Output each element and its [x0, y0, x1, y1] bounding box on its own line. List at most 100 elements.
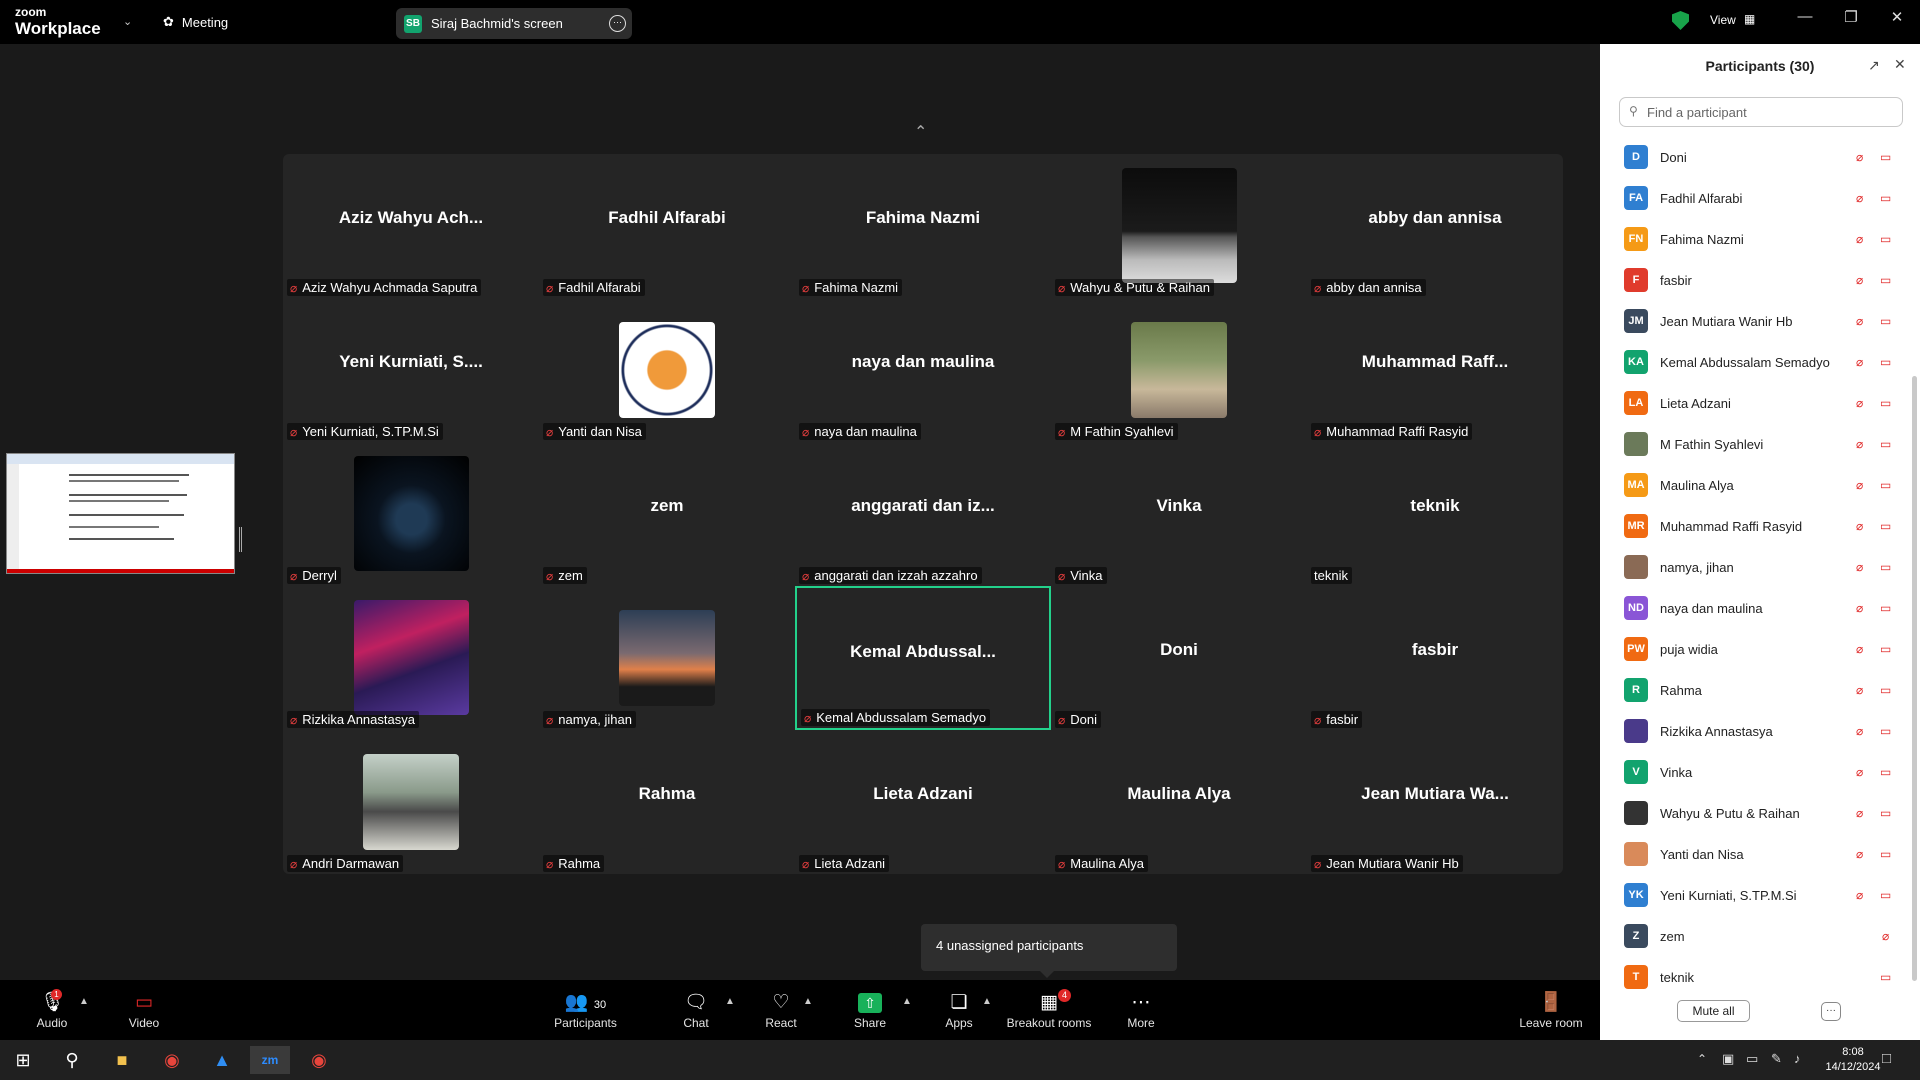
network-icon[interactable]: ▭: [1746, 1051, 1758, 1067]
zoom-taskbar-icon[interactable]: zm: [250, 1046, 290, 1074]
video-off-icon[interactable]: ▭: [1880, 396, 1891, 410]
video-tile[interactable]: ⌀ Yanti dan Nisa: [539, 298, 795, 442]
shared-screen-thumbnail[interactable]: [6, 453, 235, 574]
participant-row[interactable]: MA Maulina Alya ⌀ ▭: [1600, 466, 1910, 507]
video-off-icon[interactable]: ▭: [1880, 847, 1891, 861]
participant-row[interactable]: Yanti dan Nisa ⌀ ▭: [1600, 835, 1910, 876]
chevron-down-icon[interactable]: ⌄: [123, 15, 132, 28]
video-tile[interactable]: teknik teknik: [1307, 442, 1563, 586]
search-taskbar-icon[interactable]: ⚲: [55, 1046, 89, 1074]
participant-row[interactable]: Zzem ⌀: [1600, 917, 1910, 958]
mic-muted-icon[interactable]: ⌀: [1856, 396, 1863, 410]
mic-muted-icon[interactable]: ⌀: [1856, 191, 1863, 205]
share-button[interactable]: ⇧ Share: [853, 990, 887, 1030]
clock[interactable]: 8:08 14/12/2024: [1818, 1045, 1888, 1075]
mic-muted-icon[interactable]: ⌀: [1856, 724, 1863, 738]
pen-icon[interactable]: ✎: [1771, 1051, 1782, 1067]
tray-up-icon[interactable]: ⌃: [1697, 1052, 1707, 1066]
video-tile[interactable]: zem ⌀ zem: [539, 442, 795, 586]
video-tile[interactable]: anggarati dan iz... ⌀ anggarati dan izzah …: [795, 442, 1051, 586]
mic-muted-icon[interactable]: ⌀: [1856, 888, 1863, 902]
video-off-icon[interactable]: ▭: [1880, 150, 1891, 164]
video-tile[interactable]: Muhammad Raff... ⌀ Muhammad Raffi Rasyid: [1307, 298, 1563, 442]
app-a-icon[interactable]: ▲: [205, 1046, 239, 1074]
screen-share-pill[interactable]: SB Siraj Bachmid's screen ···: [396, 8, 632, 39]
apps-button[interactable]: ❏ Apps: [944, 990, 974, 1030]
video-tile[interactable]: ⌀ Rizkika Annastasya: [283, 586, 539, 730]
mute-all-button[interactable]: Mute all: [1677, 1000, 1750, 1022]
video-tile[interactable]: Maulina Alya ⌀ Maulina Alya: [1051, 730, 1307, 874]
video-off-icon[interactable]: ▭: [1880, 970, 1891, 984]
video-tile[interactable]: ⌀ Andri Darmawan: [283, 730, 539, 874]
panel-more-icon[interactable]: ···: [1821, 1002, 1841, 1021]
mic-muted-icon[interactable]: ⌀: [1882, 929, 1889, 943]
video-tile[interactable]: Kemal Abdussal... ⌀ Kemal Abdussalam Semad…: [795, 586, 1051, 730]
mic-muted-icon[interactable]: ⌀: [1856, 314, 1863, 328]
file-explorer-icon[interactable]: ■: [105, 1046, 139, 1074]
more-button[interactable]: ⋯ More: [1125, 990, 1157, 1030]
video-off-icon[interactable]: ▭: [1880, 355, 1891, 369]
mic-muted-icon[interactable]: ⌀: [1856, 355, 1863, 369]
react-options-caret[interactable]: ▲: [803, 996, 813, 1007]
participant-row[interactable]: KA Kemal Abdussalam Semadyo ⌀ ▭: [1600, 343, 1910, 384]
video-off-icon[interactable]: ▭: [1880, 519, 1891, 533]
participant-row[interactable]: Rizkika Annastasya ⌀ ▭: [1600, 712, 1910, 753]
participant-row[interactable]: PW puja widia ⌀ ▭: [1600, 630, 1910, 671]
video-off-icon[interactable]: ▭: [1880, 232, 1891, 246]
windows-start-icon[interactable]: ⊞: [6, 1046, 40, 1074]
mic-muted-icon[interactable]: ⌀: [1856, 519, 1863, 533]
share-options-caret[interactable]: ▲: [902, 996, 912, 1007]
mic-muted-icon[interactable]: ⌀: [1856, 478, 1863, 492]
breakout-rooms-button[interactable]: ▦ Breakout rooms: [1006, 990, 1092, 1030]
video-tile[interactable]: Jean Mutiara Wa... ⌀ Jean Mutiara Wanir Hb: [1307, 730, 1563, 874]
mic-muted-icon[interactable]: ⌀: [1856, 683, 1863, 697]
video-off-icon[interactable]: ▭: [1880, 642, 1891, 656]
video-tile[interactable]: Aziz Wahyu Ach... ⌀ Aziz Wahyu Achmada Sap…: [283, 154, 539, 298]
video-tile[interactable]: abby dan annisa ⌀ abby dan annisa: [1307, 154, 1563, 298]
video-off-icon[interactable]: ▭: [1880, 765, 1891, 779]
restore-icon[interactable]: ❐: [1836, 8, 1866, 26]
participant-row[interactable]: R Rahma ⌀ ▭: [1600, 671, 1910, 712]
mic-muted-icon[interactable]: ⌀: [1856, 642, 1863, 656]
video-tile[interactable]: Vinka ⌀ Vinka: [1051, 442, 1307, 586]
video-tile[interactable]: Lieta Adzani ⌀ Lieta Adzani: [795, 730, 1051, 874]
more-options-icon[interactable]: ···: [609, 15, 626, 32]
chrome-profile-icon[interactable]: ◉: [302, 1046, 336, 1074]
participant-row[interactable]: namya, jihan ⌀ ▭: [1600, 548, 1910, 589]
mic-muted-icon[interactable]: ⌀: [1856, 437, 1863, 451]
chrome-icon[interactable]: ◉: [155, 1046, 189, 1074]
video-tile[interactable]: ⌀ Wahyu & Putu & Raihan: [1051, 154, 1307, 298]
participant-row[interactable]: D Doni ⌀ ▭: [1600, 138, 1910, 179]
participant-row[interactable]: Wahyu & Putu & Raihan ⌀ ▭: [1600, 794, 1910, 835]
view-button[interactable]: View: [1710, 13, 1736, 27]
video-tile[interactable]: naya dan maulina ⌀ naya dan maulina: [795, 298, 1051, 442]
video-tile[interactable]: Rahma ⌀ Rahma: [539, 730, 795, 874]
video-off-icon[interactable]: ▭: [1880, 273, 1891, 287]
volume-icon[interactable]: ♪: [1794, 1051, 1801, 1066]
tray-device-icon[interactable]: ▣: [1722, 1051, 1734, 1067]
chat-options-caret[interactable]: ▲: [725, 996, 735, 1007]
collapse-up-icon[interactable]: ⌃: [914, 122, 927, 142]
video-tile[interactable]: Fadhil Alfarabi ⌀ Fadhil Alfarabi: [539, 154, 795, 298]
mic-muted-icon[interactable]: ⌀: [1856, 765, 1863, 779]
close-window-icon[interactable]: ✕: [1882, 8, 1912, 26]
participant-row[interactable]: Ffasbir ⌀ ▭: [1600, 261, 1910, 302]
video-tile[interactable]: Yeni Kurniati, S.... ⌀ Yeni Kurniati, S.TP…: [283, 298, 539, 442]
video-off-icon[interactable]: ▭: [1880, 888, 1891, 902]
video-tile[interactable]: Doni ⌀ Doni: [1051, 586, 1307, 730]
leave-room-button[interactable]: 🚪 Leave room: [1518, 990, 1584, 1030]
video-off-icon[interactable]: ▭: [1880, 560, 1891, 574]
resize-handle[interactable]: [239, 527, 242, 552]
close-panel-icon[interactable]: ✕: [1894, 56, 1906, 73]
notification-icon[interactable]: □: [1882, 1050, 1891, 1067]
participants-button[interactable]: 👥 30 Participants: [553, 990, 618, 1030]
participant-row[interactable]: MR Muhammad Raffi Rasyid ⌀ ▭: [1600, 507, 1910, 548]
participant-row[interactable]: FA Fadhil Alfarabi ⌀ ▭: [1600, 179, 1910, 220]
participant-row[interactable]: FN Fahima Nazmi ⌀ ▭: [1600, 220, 1910, 261]
video-tile[interactable]: ⌀ namya, jihan: [539, 586, 795, 730]
video-off-icon[interactable]: ▭: [1880, 191, 1891, 205]
video-off-icon[interactable]: ▭: [1880, 683, 1891, 697]
video-off-icon[interactable]: ▭: [1880, 314, 1891, 328]
video-off-icon[interactable]: ▭: [1880, 601, 1891, 615]
chat-button[interactable]: 🗨 Chat: [680, 990, 712, 1030]
